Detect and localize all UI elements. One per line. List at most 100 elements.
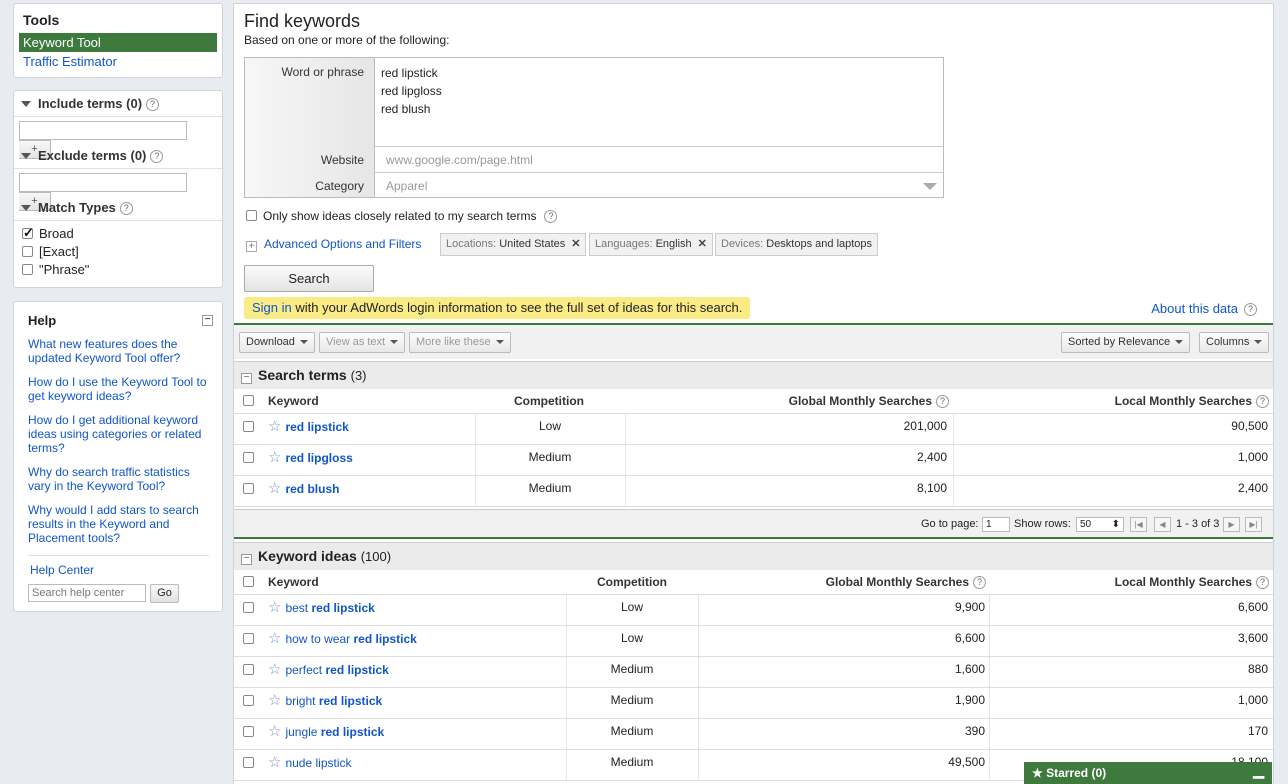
star-outline-icon[interactable]: ☆: [268, 418, 281, 435]
keyword-ideas-header[interactable]: − Keyword ideas (100): [234, 542, 1273, 570]
about-data-link[interactable]: About this data?: [1151, 301, 1257, 316]
minimize-icon[interactable]: ▁: [1253, 759, 1264, 781]
close-icon[interactable]: ✕: [698, 238, 707, 250]
close-icon[interactable]: ✕: [571, 238, 580, 250]
match-type-phrase[interactable]: "Phrase": [14, 261, 222, 279]
star-outline-icon[interactable]: ☆: [268, 723, 281, 740]
row-checkbox[interactable]: [243, 695, 254, 706]
first-page-icon[interactable]: |◀: [1130, 517, 1147, 532]
signin-link[interactable]: Sign in: [252, 300, 292, 315]
help-question-1[interactable]: What new features does the updated Keywo…: [28, 337, 209, 365]
keyword-column-header[interactable]: Keyword: [268, 570, 319, 594]
star-outline-icon[interactable]: ☆: [268, 480, 281, 497]
competition-column-header[interactable]: Competition: [597, 570, 667, 594]
more-like-these-button[interactable]: More like these: [409, 332, 511, 353]
advanced-options-link[interactable]: + Advanced Options and Filters: [246, 237, 421, 252]
row-checkbox[interactable]: [243, 664, 254, 675]
match-type-exact[interactable]: [Exact]: [14, 243, 222, 261]
keyword-bold[interactable]: red lipstick: [321, 725, 384, 739]
search-button[interactable]: Search: [244, 265, 374, 292]
dropdown-arrow-icon[interactable]: [923, 183, 937, 190]
keyword-cell[interactable]: ☆ red lipstick: [268, 414, 349, 444]
category-select[interactable]: Apparel: [386, 179, 427, 193]
about-label[interactable]: About this data: [1151, 301, 1238, 316]
row-checkbox[interactable]: [243, 633, 254, 644]
only-show-option[interactable]: Only show ideas closely related to my se…: [246, 209, 558, 223]
keyword-column-header[interactable]: Keyword: [268, 389, 319, 413]
devices-chip[interactable]: Devices: Desktops and laptops: [715, 233, 879, 256]
language-chip[interactable]: Languages: English ✕: [589, 233, 713, 256]
star-outline-icon[interactable]: ☆: [268, 692, 281, 709]
download-button[interactable]: Download: [239, 332, 315, 353]
checkbox[interactable]: [22, 264, 33, 275]
select-all-checkbox[interactable]: [243, 395, 254, 406]
last-page-icon[interactable]: ▶|: [1245, 517, 1262, 532]
row-checkbox[interactable]: [243, 421, 254, 432]
global-searches-column-header[interactable]: Global Monthly Searches?: [789, 389, 949, 413]
sidebar-item-traffic-estimator[interactable]: Traffic Estimator: [19, 52, 217, 71]
location-chip[interactable]: Locations: United States ✕: [440, 233, 587, 256]
keyword-prefix[interactable]: best: [285, 601, 311, 615]
starred-panel[interactable]: ★ Starred (0) ▁: [1024, 762, 1272, 784]
sidebar-item-keyword-tool[interactable]: Keyword Tool: [19, 33, 217, 52]
match-type-broad[interactable]: Broad: [14, 224, 222, 243]
previous-page-icon[interactable]: ◀: [1154, 517, 1171, 532]
star-outline-icon[interactable]: ☆: [268, 599, 281, 616]
help-icon[interactable]: ?: [936, 395, 949, 408]
row-checkbox[interactable]: [243, 757, 254, 768]
row-checkbox[interactable]: [243, 726, 254, 737]
keyword-cell[interactable]: ☆ red blush: [268, 476, 339, 506]
page-number-input[interactable]: 1: [982, 517, 1010, 532]
keyword-cell[interactable]: ☆ nude lipstick: [268, 750, 352, 780]
help-icon[interactable]: ?: [150, 150, 164, 163]
sort-dropdown[interactable]: Sorted by Relevance: [1061, 332, 1191, 353]
keyword-prefix[interactable]: how to wear: [285, 632, 353, 646]
help-question-5[interactable]: Why would I add stars to search results …: [28, 503, 209, 545]
global-searches-column-header[interactable]: Global Monthly Searches?: [826, 570, 986, 594]
star-outline-icon[interactable]: ☆: [268, 630, 281, 647]
rows-per-page-select[interactable]: 50 ⬍: [1076, 517, 1124, 532]
keyword-cell[interactable]: ☆ red lipgloss: [268, 445, 353, 475]
keyword-cell[interactable]: ☆ best red lipstick: [268, 595, 375, 625]
help-icon[interactable]: ?: [1256, 395, 1269, 408]
help-question-4[interactable]: Why do search traffic statistics vary in…: [28, 465, 209, 493]
competition-column-header[interactable]: Competition: [514, 389, 584, 413]
row-checkbox[interactable]: [243, 483, 254, 494]
collapse-minus-icon[interactable]: −: [241, 554, 252, 565]
exclude-terms-header[interactable]: Exclude terms (0)?: [14, 143, 222, 169]
keyword-cell[interactable]: ☆ perfect red lipstick: [268, 657, 389, 687]
next-page-icon[interactable]: ▶: [1223, 517, 1240, 532]
keyword-cell[interactable]: ☆ jungle red lipstick: [268, 719, 384, 749]
collapse-minus-icon[interactable]: −: [202, 315, 213, 326]
keyword-prefix[interactable]: bright: [285, 694, 318, 708]
advanced-options-label[interactable]: Advanced Options and Filters: [264, 237, 421, 251]
keyword-bold[interactable]: red lipgloss: [285, 451, 352, 465]
checkbox[interactable]: [246, 210, 257, 221]
help-go-button[interactable]: Go: [150, 584, 179, 603]
keyword-prefix[interactable]: nude lipstick: [285, 756, 351, 770]
help-center-link[interactable]: Help Center: [28, 562, 209, 584]
local-searches-column-header[interactable]: Local Monthly Searches?: [1115, 570, 1269, 594]
include-terms-header[interactable]: Include terms (0)?: [14, 91, 222, 117]
checkbox-checked[interactable]: [22, 224, 34, 242]
columns-dropdown[interactable]: Columns: [1199, 332, 1270, 353]
keyword-prefix[interactable]: perfect: [285, 663, 325, 677]
row-checkbox[interactable]: [243, 452, 254, 463]
local-searches-column-header[interactable]: Local Monthly Searches?: [1115, 389, 1269, 413]
help-icon[interactable]: ?: [544, 210, 558, 223]
search-terms-header[interactable]: − Search terms (3): [234, 361, 1273, 389]
keyword-prefix[interactable]: jungle: [285, 725, 320, 739]
word-phrase-textarea[interactable]: red lipstick red lipgloss red blush: [381, 64, 442, 118]
help-icon[interactable]: ?: [1244, 303, 1257, 316]
keyword-bold[interactable]: red lipstick: [311, 601, 374, 615]
include-terms-input[interactable]: [19, 121, 187, 140]
help-icon[interactable]: ?: [973, 576, 986, 589]
keyword-bold[interactable]: red lipstick: [285, 420, 348, 434]
star-outline-icon[interactable]: ☆: [268, 449, 281, 466]
keyword-cell[interactable]: ☆ bright red lipstick: [268, 688, 382, 718]
keyword-bold[interactable]: red lipstick: [354, 632, 417, 646]
help-icon[interactable]: ?: [119, 202, 133, 215]
match-types-header[interactable]: Match Types?: [14, 195, 222, 221]
help-icon[interactable]: ?: [1256, 576, 1269, 589]
star-outline-icon[interactable]: ☆: [268, 661, 281, 678]
